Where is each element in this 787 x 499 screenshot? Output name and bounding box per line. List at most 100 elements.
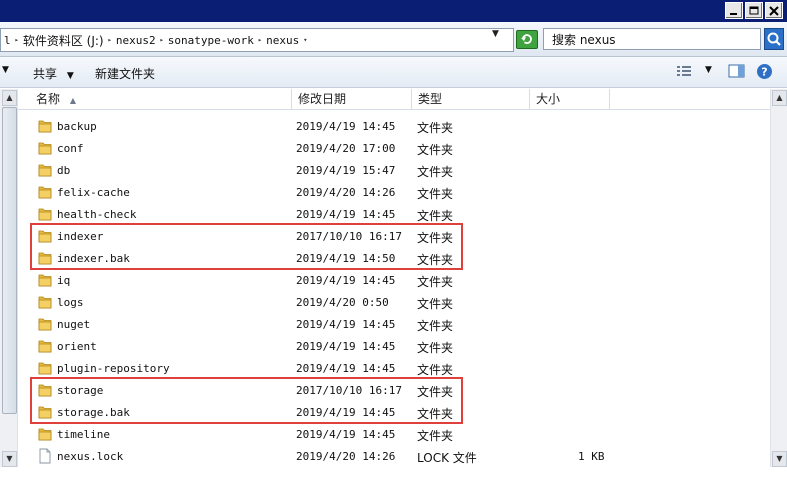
file-type: 文件夹 bbox=[417, 297, 454, 311]
share-label: 共享 bbox=[33, 67, 58, 81]
file-row[interactable]: timeline 2019/4/19 14:45 文件夹 bbox=[18, 423, 770, 445]
file-row[interactable]: orient 2019/4/19 14:45 文件夹 bbox=[18, 335, 770, 357]
folder-icon bbox=[38, 362, 52, 375]
new-folder-button[interactable]: 新建文件夹 bbox=[95, 65, 155, 82]
file-row[interactable]: backup 2019/4/19 14:45 文件夹 bbox=[18, 115, 770, 137]
file-type: 文件夹 bbox=[417, 275, 454, 289]
file-date: 2019/4/19 14:45 bbox=[296, 318, 396, 331]
breadcrumb-partial: l bbox=[4, 33, 11, 47]
minimize-button[interactable] bbox=[725, 2, 743, 19]
file-name: felix-cache bbox=[57, 186, 130, 199]
file-type: 文件夹 bbox=[417, 209, 454, 223]
file-type: 文件夹 bbox=[417, 165, 454, 179]
file-list-scrollbar[interactable]: ▲ ▼ bbox=[770, 89, 787, 467]
file-row[interactable]: conf 2019/4/20 17:00 文件夹 bbox=[18, 137, 770, 159]
file-name: health-check bbox=[57, 208, 137, 221]
file-type: 文件夹 bbox=[417, 143, 454, 157]
breadcrumb-arrow-icon[interactable]: ▾ bbox=[302, 36, 308, 44]
breadcrumb-item-nexus[interactable]: nexus bbox=[263, 34, 302, 47]
file-row[interactable]: db 2019/4/19 15:47 文件夹 bbox=[18, 159, 770, 181]
file-row[interactable]: logs 2019/4/20 0:50 文件夹 bbox=[18, 291, 770, 313]
svg-text:?: ? bbox=[761, 66, 767, 79]
file-type: 文件夹 bbox=[417, 429, 454, 443]
search-icon bbox=[767, 32, 781, 46]
address-bar: l ▸ 软件资料区 (J:) ▸ nexus2 ▸ sonatype-work … bbox=[0, 22, 787, 57]
file-type: LOCK 文件 bbox=[417, 451, 477, 465]
help-icon: ? bbox=[757, 64, 772, 79]
file-name: logs bbox=[57, 296, 84, 309]
file-row[interactable]: felix-cache 2019/4/20 14:26 文件夹 bbox=[18, 181, 770, 203]
file-date: 2019/4/19 14:45 bbox=[296, 362, 396, 375]
view-dropdown-icon[interactable]: ▼ bbox=[705, 65, 712, 75]
breadcrumb-item-sonatype-work[interactable]: sonatype-work bbox=[165, 34, 257, 47]
organize-dropdown-icon[interactable]: ▼ bbox=[2, 65, 9, 75]
breadcrumb-item-drive[interactable]: 软件资料区 (J:) bbox=[20, 32, 107, 49]
column-header-type[interactable]: 类型 bbox=[412, 89, 530, 109]
folder-icon bbox=[38, 296, 52, 309]
highlight-box bbox=[30, 223, 463, 270]
file-name: orient bbox=[57, 340, 97, 353]
file-icon bbox=[39, 448, 51, 464]
scroll-up-icon[interactable]: ▲ bbox=[2, 90, 17, 106]
folder-icon bbox=[38, 120, 52, 133]
folder-icon bbox=[38, 164, 52, 177]
refresh-icon bbox=[521, 34, 532, 44]
highlight-box bbox=[30, 377, 463, 424]
folder-icon bbox=[38, 340, 52, 353]
navigation-pane-scrollbar[interactable]: ▲ ▼ bbox=[0, 89, 18, 467]
column-header-size[interactable]: 大小 bbox=[530, 89, 610, 109]
scroll-down-icon[interactable]: ▼ bbox=[2, 451, 17, 467]
file-name: conf bbox=[57, 142, 84, 155]
file-name: db bbox=[57, 164, 71, 177]
close-icon bbox=[769, 5, 779, 16]
folder-icon bbox=[38, 318, 52, 331]
file-row[interactable]: nexus.lock 2019/4/20 14:26 LOCK 文件 1 KB bbox=[18, 445, 770, 467]
title-bar bbox=[0, 0, 787, 22]
maximize-button[interactable] bbox=[745, 2, 763, 19]
file-name: timeline bbox=[57, 428, 110, 441]
command-bar: ▼ 共享 ▼ 新建文件夹 ▼ ? bbox=[0, 57, 787, 88]
close-button[interactable] bbox=[765, 2, 783, 19]
breadcrumb-item-nexus2[interactable]: nexus2 bbox=[113, 34, 159, 47]
file-list: backup 2019/4/19 14:45 文件夹 conf 2019/4/20 17… bbox=[18, 115, 770, 470]
file-date: 2019/4/20 0:50 bbox=[296, 296, 389, 309]
view-list-icon bbox=[677, 66, 691, 76]
column-header-name[interactable]: 名称 ▲ bbox=[18, 89, 292, 109]
help-button[interactable]: ? bbox=[756, 63, 773, 83]
folder-icon bbox=[38, 208, 52, 221]
file-type: 文件夹 bbox=[417, 363, 454, 377]
search-button[interactable] bbox=[764, 28, 784, 50]
file-name: iq bbox=[57, 274, 71, 287]
file-date: 2019/4/19 14:45 bbox=[296, 340, 396, 353]
file-row[interactable]: plugin-repository 2019/4/19 14:45 文件夹 bbox=[18, 357, 770, 379]
file-name: nuget bbox=[57, 318, 91, 331]
scroll-down-icon[interactable]: ▼ bbox=[772, 451, 787, 467]
scroll-thumb[interactable] bbox=[2, 107, 17, 414]
preview-pane-icon bbox=[728, 64, 745, 78]
file-name: backup bbox=[57, 120, 97, 133]
column-header-row: 名称 ▲ 修改日期 类型 大小 bbox=[18, 89, 770, 110]
file-name: nexus.lock bbox=[57, 450, 124, 463]
folder-icon bbox=[38, 274, 52, 287]
file-date: 2019/4/19 14:45 bbox=[296, 274, 396, 287]
minimize-icon bbox=[730, 12, 737, 15]
column-header-date[interactable]: 修改日期 bbox=[292, 89, 412, 109]
view-options-button[interactable] bbox=[676, 63, 692, 82]
share-button[interactable]: 共享 ▼ bbox=[33, 65, 74, 82]
history-dropdown-icon[interactable]: ▼ bbox=[492, 29, 499, 39]
preview-pane-button[interactable] bbox=[728, 63, 745, 82]
scroll-up-icon[interactable]: ▲ bbox=[772, 90, 787, 106]
file-type: 文件夹 bbox=[417, 341, 454, 355]
file-row[interactable]: health-check 2019/4/19 14:45 文件夹 bbox=[18, 203, 770, 225]
share-dropdown-icon: ▼ bbox=[66, 71, 74, 81]
file-size: 1 KB bbox=[578, 450, 605, 463]
breadcrumb[interactable]: l ▸ 软件资料区 (J:) ▸ nexus2 ▸ sonatype-work … bbox=[0, 28, 514, 52]
file-type: 文件夹 bbox=[417, 121, 454, 135]
search-input[interactable]: 搜索 nexus bbox=[543, 28, 761, 50]
file-date: 2019/4/19 15:47 bbox=[296, 164, 396, 177]
file-date: 2019/4/20 17:00 bbox=[296, 142, 396, 155]
refresh-button[interactable] bbox=[516, 30, 538, 49]
file-row[interactable]: iq 2019/4/19 14:45 文件夹 bbox=[18, 269, 770, 291]
file-row[interactable]: nuget 2019/4/19 14:45 文件夹 bbox=[18, 313, 770, 335]
file-date: 2019/4/19 14:45 bbox=[296, 208, 396, 221]
